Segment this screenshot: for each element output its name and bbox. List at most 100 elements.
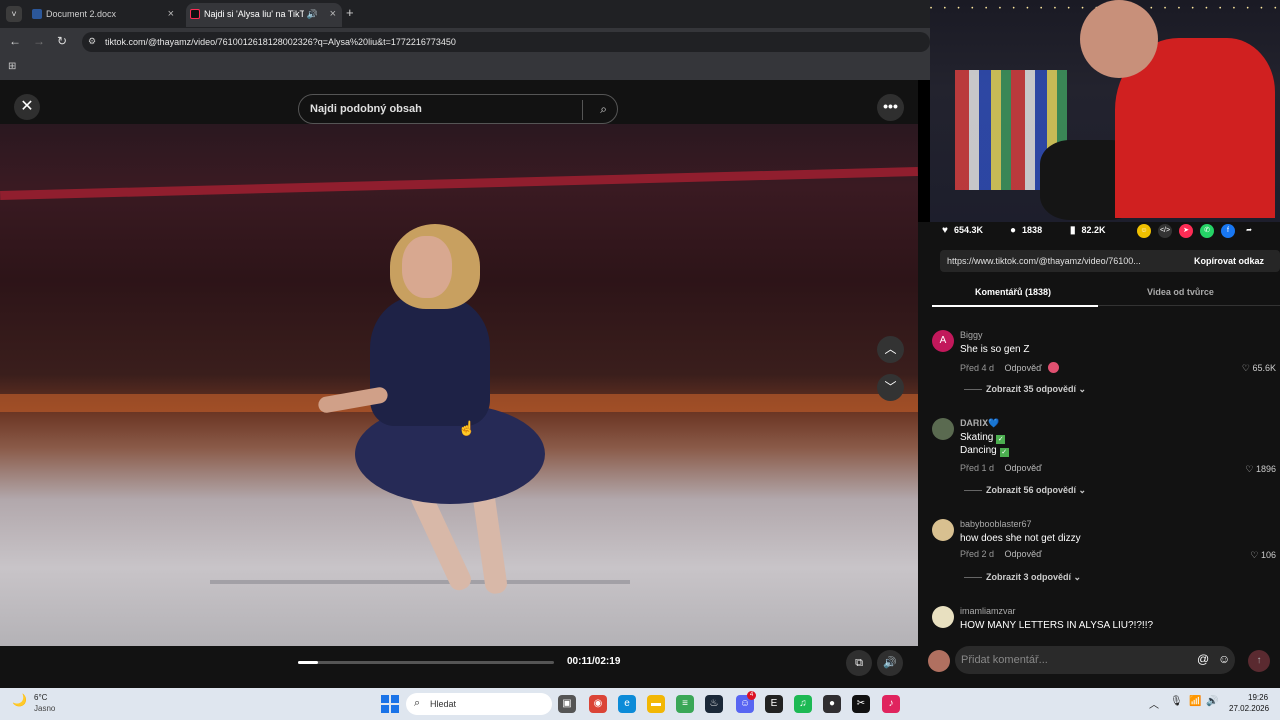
reply-button[interactable]: Odpověď: [1005, 363, 1042, 373]
send-icon[interactable]: ➤: [1179, 224, 1193, 238]
weather-moon-icon[interactable]: 🌙: [12, 693, 27, 707]
avatar[interactable]: A: [932, 330, 954, 352]
windows-taskbar: 🌙 6°C Jasno ⌕ Hledat ▣ ◉ e ▬ ≡ ♨ ☺ E ♫ ● ✂ ♪ 4 ︿ 🎙 …: [0, 688, 1280, 720]
screen: ˅ Document 2.docx × Najdi si 'Alysa liu'…: [0, 0, 1280, 720]
comment-item: A Biggy She is so gen Z Před 4 d Odpověď…: [932, 330, 1280, 400]
comment-like-count: 1896: [1255, 464, 1276, 474]
browser-tab-bar: ˅ Document 2.docx × Najdi si 'Alysa liu'…: [0, 0, 930, 28]
file-explorer-icon[interactable]: ▬: [647, 695, 665, 713]
avatar[interactable]: [932, 519, 954, 541]
close-tab-icon[interactable]: ×: [168, 3, 174, 25]
view-replies-button[interactable]: Zobrazit 35 odpovědí ⌄: [964, 384, 1086, 395]
microphone-icon[interactable]: 🎙: [1170, 696, 1183, 707]
send-comment-button[interactable]: ↑: [1248, 650, 1270, 672]
like-button[interactable]: ♥ 654.3K: [942, 225, 983, 236]
emoji-icon[interactable]: ☺: [1218, 652, 1230, 666]
comment-like-button[interactable]: ♡ 106: [1250, 550, 1276, 561]
copy-link-button[interactable]: Kopírovat odkaz: [1194, 256, 1264, 266]
comment-meta: Před 2 d Odpověď: [960, 549, 1042, 559]
avatar[interactable]: [928, 650, 950, 672]
comment-text: Skating ✓ Dancing ✓: [960, 431, 1009, 457]
tab-document[interactable]: Document 2.docx ×: [28, 3, 180, 27]
chrome-icon[interactable]: ◉: [589, 695, 607, 713]
embed-icon[interactable]: </>: [1158, 224, 1172, 238]
view-replies-button[interactable]: Zobrazit 56 odpovědí ⌄: [964, 485, 1086, 496]
video-controls: 00:11/02:19 ⧉ 🔊: [0, 646, 918, 688]
mention-icon[interactable]: @: [1197, 652, 1209, 666]
search-icon: ⌕: [414, 697, 421, 709]
search-icon[interactable]: ⌕: [600, 102, 607, 117]
share-link[interactable]: https://www.tiktok.com/@thayamz/video/76…: [947, 256, 1141, 266]
webcam-overlay: • • • • • • • • • • • • • • • • • • • • …: [930, 0, 1280, 222]
taskbar-search[interactable]: ⌕ Hledat: [406, 693, 552, 715]
wifi-icon[interactable]: 📶: [1189, 696, 1201, 707]
next-video-button[interactable]: ﹀: [877, 374, 904, 401]
more-options-button[interactable]: •••: [877, 94, 904, 121]
obs-icon[interactable]: ●: [823, 695, 841, 713]
progress-bar[interactable]: [298, 661, 554, 664]
epic-games-icon[interactable]: E: [765, 695, 783, 713]
comment-like-button[interactable]: ♡ 1896: [1245, 464, 1276, 475]
edge-icon[interactable]: e: [618, 695, 636, 713]
avatar[interactable]: [932, 606, 954, 628]
steam-icon[interactable]: ♨: [705, 695, 723, 713]
notepad-icon[interactable]: ≡: [676, 695, 694, 713]
streamer-head: [1080, 0, 1158, 78]
heart-outline-icon: ♡: [1250, 550, 1259, 560]
chevron-down-icon: ⌄: [1078, 384, 1087, 394]
tab-comments[interactable]: Komentářů (1838): [975, 287, 1051, 297]
reload-button[interactable]: ↻: [57, 34, 67, 48]
search-input[interactable]: Najdi podobný obsah: [310, 103, 422, 115]
start-windows-icon[interactable]: [381, 695, 399, 713]
coin-share-icon[interactable]: ☺: [1137, 224, 1151, 238]
tab-creator-videos[interactable]: Videa od tvůrce: [1147, 287, 1214, 297]
clock-time[interactable]: 19:26: [1248, 693, 1268, 702]
video-player[interactable]: ☝ ︿ ﹀: [0, 124, 918, 646]
back-button[interactable]: ←: [9, 34, 21, 48]
action-bar: ♥ 654.3K ● 1838 ▮ 82.2K ☺ </> ➤ ✆ f ➦: [918, 222, 1280, 244]
apps-grid-icon[interactable]: ⊞: [8, 61, 16, 72]
share-arrow-icon[interactable]: ➦: [1242, 224, 1256, 238]
comment-username[interactable]: 𝐃𝐀𝐑𝐈𝐗💙: [960, 418, 999, 429]
capcut-icon[interactable]: ✂: [852, 695, 870, 713]
address-toolbar: ← → ↻ ⚙ tiktok.com/@thayamz/video/761001…: [0, 28, 930, 56]
view-replies-label: Zobrazit 56 odpovědí: [986, 485, 1077, 495]
reply-button[interactable]: Odpověď: [1005, 549, 1042, 559]
comment-button[interactable]: ● 1838: [1010, 225, 1042, 236]
avatar[interactable]: [932, 418, 954, 440]
share-link-box: https://www.tiktok.com/@thayamz/video/76…: [940, 250, 1280, 272]
comment-username[interactable]: babybooblaster67: [960, 519, 1032, 529]
site-info-icon[interactable]: ⚙: [88, 36, 96, 47]
spotify-icon[interactable]: ♫: [794, 695, 812, 713]
view-replies-label: Zobrazit 3 odpovědí: [986, 572, 1072, 582]
forward-button[interactable]: →: [33, 34, 45, 48]
tiktok-icon[interactable]: ♪: [882, 695, 900, 713]
speaker-icon[interactable]: 🔊: [1206, 696, 1218, 707]
close-video-button[interactable]: ✕: [14, 94, 40, 120]
search-box[interactable]: Najdi podobný obsah ⌕: [298, 94, 618, 124]
close-tab-icon[interactable]: ×: [330, 3, 336, 25]
clock-date[interactable]: 27.02.2026: [1229, 704, 1269, 713]
comment-like-button[interactable]: ♡ 65.6K: [1242, 363, 1276, 374]
tray-overflow-icon[interactable]: ︿: [1149, 696, 1159, 711]
weather-condition[interactable]: Jasno: [34, 704, 55, 713]
facebook-icon[interactable]: f: [1221, 224, 1235, 238]
previous-video-button[interactable]: ︿: [877, 336, 904, 363]
weather-temp[interactable]: 6°C: [34, 693, 47, 702]
view-replies-button[interactable]: Zobrazit 3 odpovědí ⌄: [964, 572, 1081, 583]
new-tab-button[interactable]: +: [346, 5, 354, 20]
task-view-icon[interactable]: ▣: [558, 695, 576, 713]
reply-button[interactable]: Odpověď: [1005, 463, 1042, 473]
save-button[interactable]: ▮ 82.2K: [1070, 225, 1106, 236]
comment-username[interactable]: imamliamzvar: [960, 606, 1016, 616]
tab-audio-icon[interactable]: 🔊: [307, 3, 318, 25]
comment-input[interactable]: [955, 646, 1235, 674]
url-text[interactable]: tiktok.com/@thayamz/video/76100126181280…: [105, 37, 456, 47]
tab-tiktok[interactable]: Najdi si 'Alysa liu' na TikToku 🔊 ×: [186, 3, 342, 27]
address-bar[interactable]: ⚙ tiktok.com/@thayamz/video/761001261812…: [82, 32, 930, 52]
whatsapp-icon[interactable]: ✆: [1200, 224, 1214, 238]
comment-username[interactable]: Biggy: [960, 330, 983, 340]
volume-button[interactable]: 🔊: [877, 650, 903, 676]
tab-search-button[interactable]: ˅: [6, 6, 22, 22]
pip-button[interactable]: ⧉: [846, 650, 872, 676]
